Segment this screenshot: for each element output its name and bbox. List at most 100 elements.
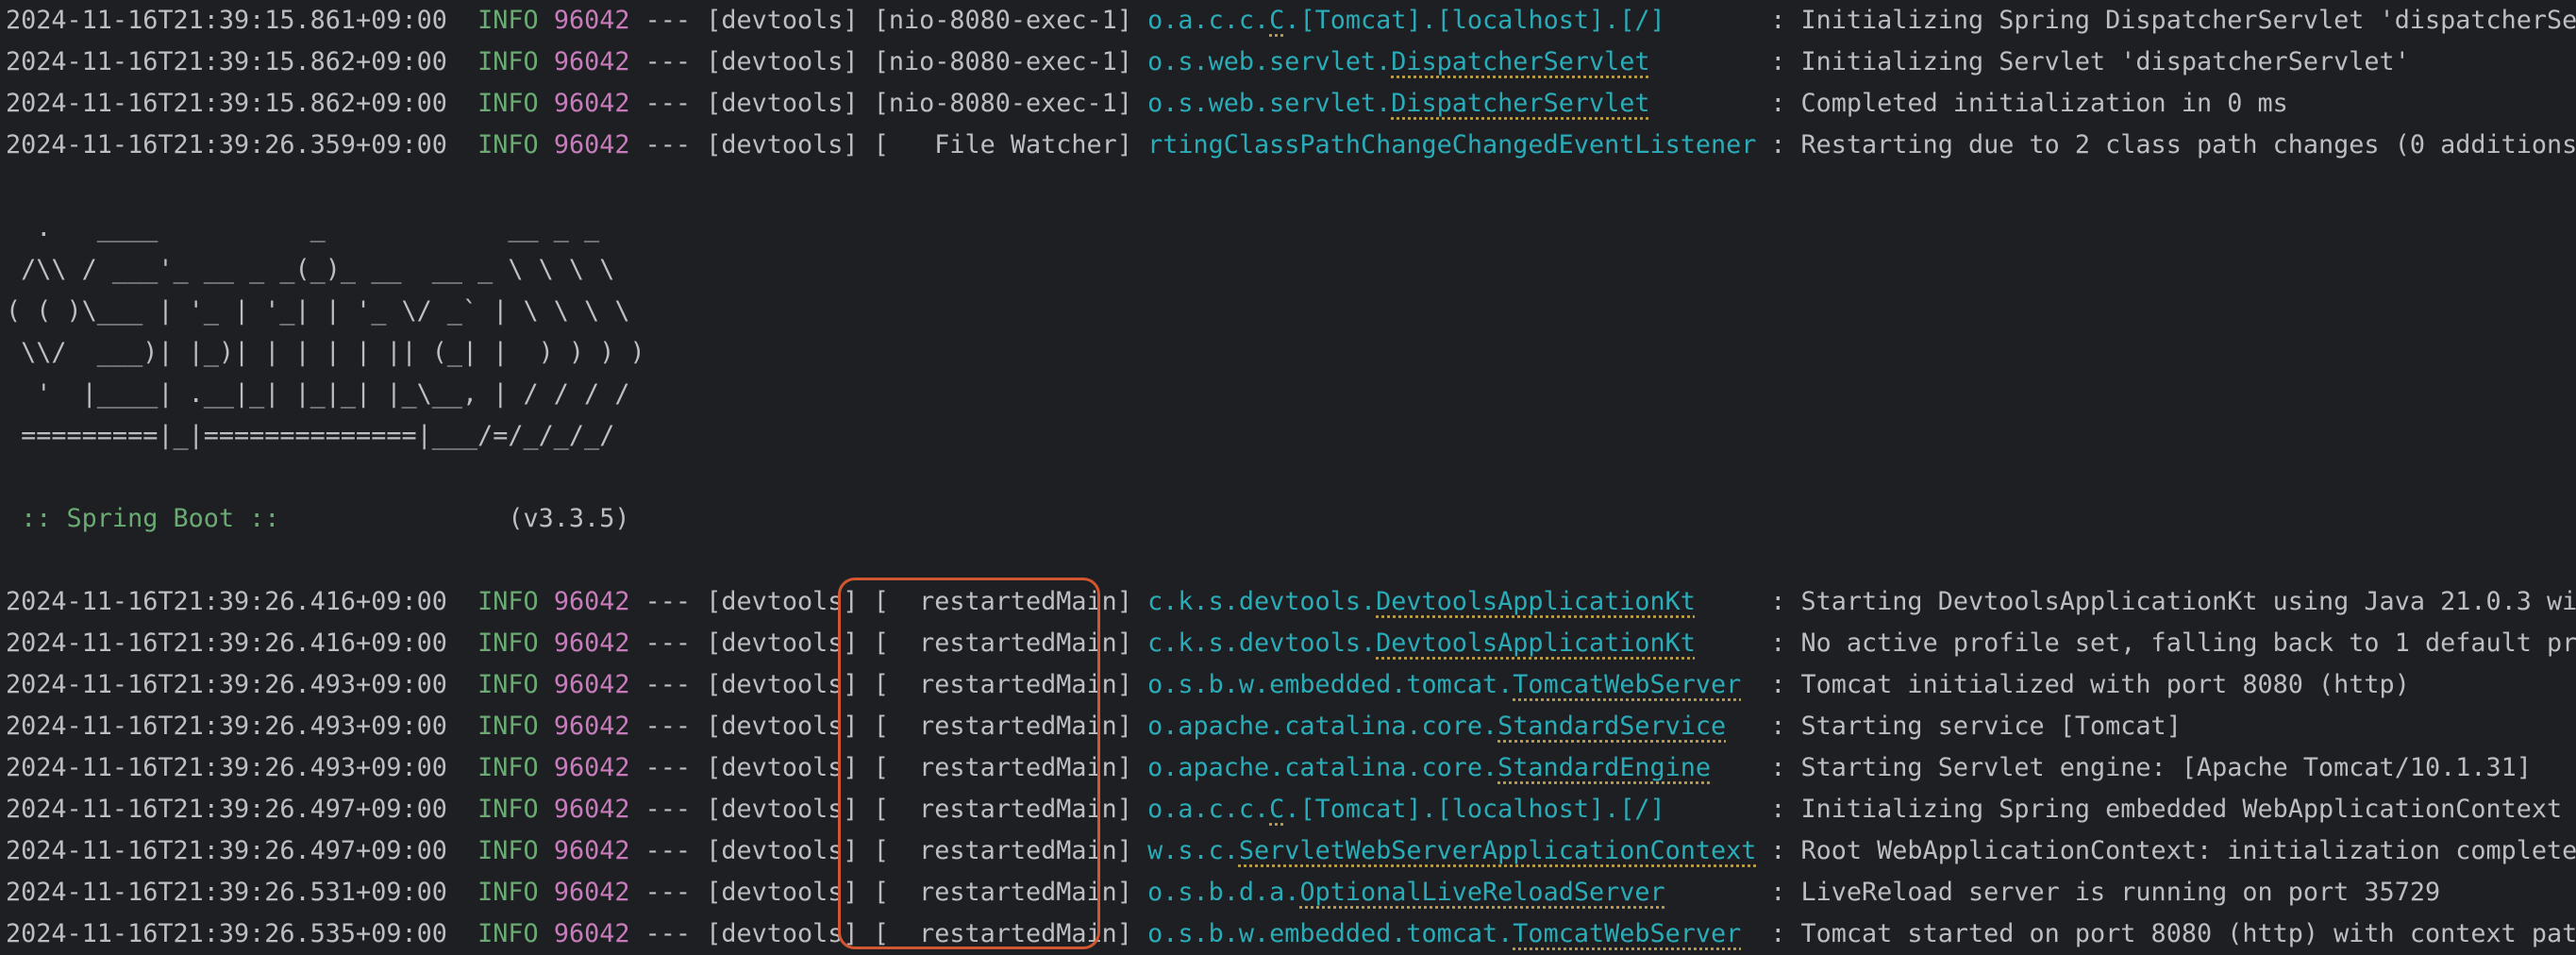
log-level: INFO [477, 878, 539, 907]
spring-boot-version: (v3.3.5) [294, 504, 630, 533]
log-pid: 96042 [553, 836, 630, 865]
logger-class-link[interactable]: C [1269, 6, 1284, 35]
log-app: [devtools] [706, 628, 859, 658]
log-logger[interactable]: w.s.c.ServletWebServerApplicationContext [1147, 830, 1757, 872]
log-logger[interactable]: o.s.b.d.a.OptionalLiveReloadServer [1147, 872, 1755, 913]
logger-package: c.k.s.devtools. [1147, 587, 1377, 616]
log-pid: 96042 [553, 89, 630, 118]
logger-class-link[interactable]: OptionalLiveReloadServer [1299, 878, 1664, 907]
log-logger[interactable]: o.s.b.w.embedded.tomcat.TomcatWebServer [1147, 664, 1755, 706]
log-line: 2024-11-16T21:39:26.493+09:00 INFO 96042… [6, 747, 2532, 789]
spring-banner-line: /\\ / ___'_ __ _ _(_)_ __ __ _ \ \ \ \ [6, 255, 615, 284]
logger-package: w.s.c. [1147, 836, 1239, 865]
log-line: 2024-11-16T21:39:26.416+09:00 INFO 96042… [6, 623, 2576, 664]
log-logger[interactable]: c.k.s.devtools.DevtoolsApplicationKt [1147, 623, 1755, 664]
log-message: : Starting service [Tomcat] [1770, 712, 2182, 741]
logger-package: o.s.b.w.embedded.tomcat. [1147, 919, 1514, 948]
log-message: : LiveReload server is running on port 3… [1770, 878, 2441, 907]
logger-class-link[interactable]: ServletWebServerApplicationContext [1239, 836, 1757, 865]
spring-banner-line: . ____ _ __ _ _ [6, 213, 600, 243]
log-separator: --- [644, 587, 692, 616]
log-logger[interactable]: o.a.c.c.C.[Tomcat].[localhost].[/] [1147, 789, 1755, 830]
logger-package: o.s.b.w.embedded.tomcat. [1147, 670, 1514, 699]
log-app: [devtools] [706, 836, 859, 865]
log-message: : Initializing Spring embedded WebApplic… [1770, 795, 2563, 824]
log-message: : Tomcat initialized with port 8080 (htt… [1770, 670, 2410, 699]
log-line: 2024-11-16T21:39:15.862+09:00 INFO 96042… [6, 42, 2410, 83]
log-line: 2024-11-16T21:39:26.493+09:00 INFO 96042… [6, 664, 2410, 706]
log-level: INFO [477, 628, 539, 658]
log-app: [devtools] [706, 670, 859, 699]
log-pid: 96042 [553, 919, 630, 948]
log-message: : No active profile set, falling back to… [1770, 628, 2576, 658]
logger-class-link[interactable]: C [1269, 795, 1284, 824]
log-separator: --- [644, 6, 692, 35]
log-timestamp: 2024-11-16T21:39:26.531+09:00 [6, 878, 447, 907]
log-timestamp: 2024-11-16T21:39:26.535+09:00 [6, 919, 447, 948]
log-app: [devtools] [706, 753, 859, 782]
log-pid: 96042 [553, 878, 630, 907]
log-timestamp: 2024-11-16T21:39:26.497+09:00 [6, 795, 447, 824]
log-line: 2024-11-16T21:39:26.497+09:00 INFO 96042… [6, 830, 2576, 872]
log-app: [devtools] [706, 6, 859, 35]
log-timestamp: 2024-11-16T21:39:26.416+09:00 [6, 628, 447, 658]
log-pid: 96042 [553, 712, 630, 741]
log-message: : Initializing Servlet 'dispatcherServle… [1770, 47, 2410, 76]
log-logger[interactable]: o.s.web.servlet.DispatcherServlet [1147, 42, 1755, 83]
log-separator: --- [644, 795, 692, 824]
log-level: INFO [477, 89, 539, 118]
log-separator: --- [644, 878, 692, 907]
logger-class-link[interactable]: DevtoolsApplicationKt [1376, 628, 1696, 658]
log-level: INFO [477, 130, 539, 159]
log-app: [devtools] [706, 89, 859, 118]
logger-class-link[interactable]: TomcatWebServer [1513, 919, 1741, 948]
log-level: INFO [477, 712, 539, 741]
log-logger[interactable]: rtingClassPathChangeChangedEventListener [1147, 125, 1756, 166]
log-pid: 96042 [553, 47, 630, 76]
log-logger[interactable]: o.s.web.servlet.DispatcherServlet [1147, 83, 1755, 125]
logger-package: o.apache.catalina.core. [1147, 712, 1498, 741]
log-pid: 96042 [553, 628, 630, 658]
log-logger[interactable]: o.apache.catalina.core.StandardService [1147, 706, 1755, 747]
log-line: 2024-11-16T21:39:26.359+09:00 INFO 96042… [6, 125, 2576, 166]
log-logger[interactable]: o.a.c.c.C.[Tomcat].[localhost].[/] [1147, 0, 1755, 42]
log-thread: [nio-8080-exec-1] [873, 6, 1132, 35]
log-logger[interactable]: o.apache.catalina.core.StandardEngine [1147, 747, 1755, 789]
logger-class-link[interactable]: DispatcherServlet [1391, 47, 1649, 76]
logger-class-link[interactable]: StandardEngine [1497, 753, 1711, 782]
console-output[interactable]: 2024-11-16T21:39:15.861+09:00 INFO 96042… [6, 0, 2576, 955]
log-message: : Initializing Spring DispatcherServlet … [1770, 6, 2576, 35]
log-separator: --- [644, 919, 692, 948]
log-thread: [nio-8080-exec-1] [873, 89, 1132, 118]
log-level: INFO [477, 6, 539, 35]
logger-class-link[interactable]: DevtoolsApplicationKt [1376, 587, 1696, 616]
log-separator: --- [644, 130, 692, 159]
log-line: 2024-11-16T21:39:26.531+09:00 INFO 96042… [6, 872, 2440, 913]
log-logger[interactable]: c.k.s.devtools.DevtoolsApplicationKt [1147, 581, 1755, 623]
spring-banner-line: =========|_|==============|___/=/_/_/_/ [6, 421, 615, 450]
log-pid: 96042 [553, 6, 630, 35]
log-separator: --- [644, 712, 692, 741]
log-message: : Root WebApplicationContext: initializa… [1770, 836, 2576, 865]
log-separator: --- [644, 836, 692, 865]
logger-package: c.k.s.devtools. [1147, 628, 1377, 658]
log-timestamp: 2024-11-16T21:39:15.862+09:00 [6, 89, 447, 118]
logger-package: o.apache.catalina.core. [1147, 753, 1498, 782]
log-timestamp: 2024-11-16T21:39:26.493+09:00 [6, 670, 447, 699]
log-level: INFO [477, 919, 539, 948]
log-message: : Restarting due to 2 class path changes… [1770, 130, 2576, 159]
log-app: [devtools] [706, 47, 859, 76]
log-separator: --- [644, 670, 692, 699]
log-timestamp: 2024-11-16T21:39:26.493+09:00 [6, 753, 447, 782]
logger-package: o.s.web.servlet. [1147, 47, 1392, 76]
log-pid: 96042 [553, 670, 630, 699]
log-line: 2024-11-16T21:39:26.497+09:00 INFO 96042… [6, 789, 2562, 830]
logger-class-link[interactable]: TomcatWebServer [1513, 670, 1741, 699]
logger-package: o.s.b.d.a. [1147, 878, 1300, 907]
logger-class-link[interactable]: DispatcherServlet [1391, 89, 1649, 118]
log-level: INFO [477, 795, 539, 824]
log-timestamp: 2024-11-16T21:39:26.497+09:00 [6, 836, 447, 865]
log-thread: [nio-8080-exec-1] [873, 47, 1132, 76]
log-logger[interactable]: o.s.b.w.embedded.tomcat.TomcatWebServer [1147, 913, 1755, 955]
logger-class-link[interactable]: StandardService [1497, 712, 1726, 741]
